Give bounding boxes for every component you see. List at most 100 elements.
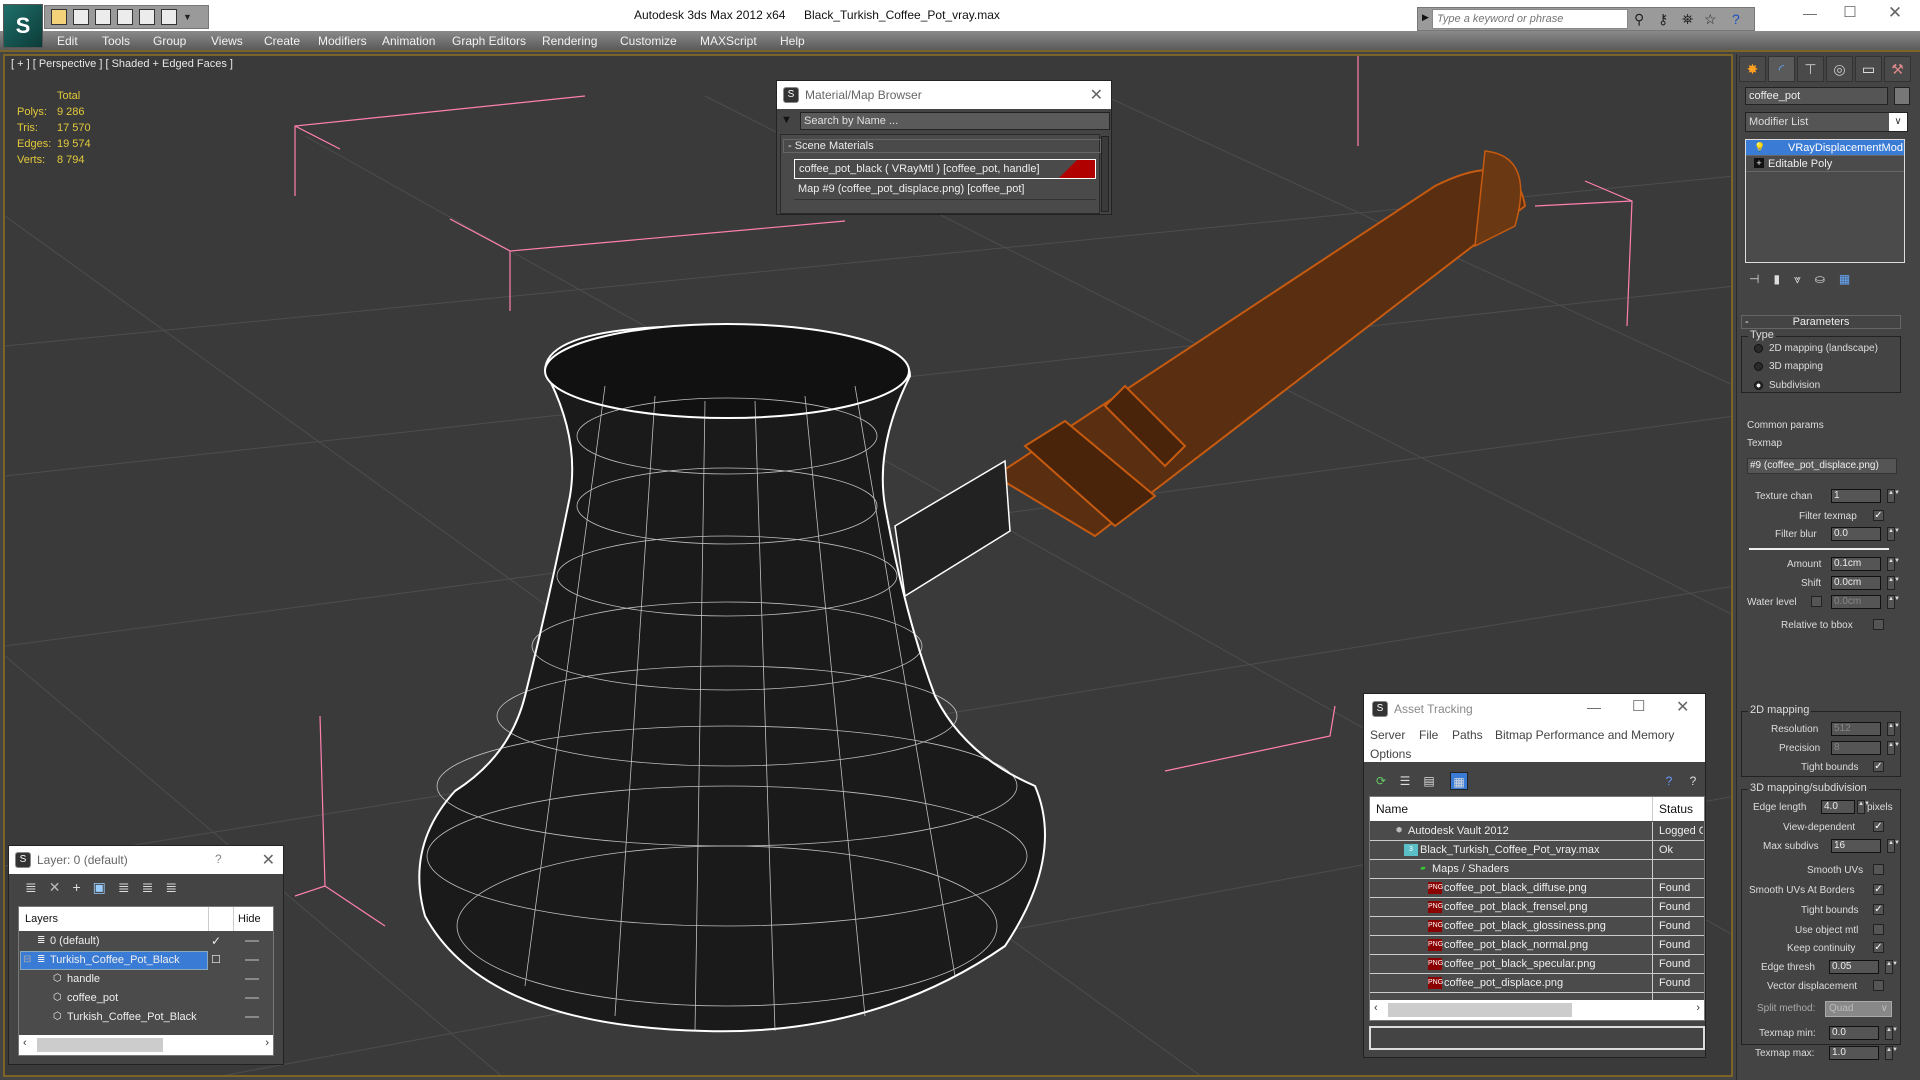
menu-customize[interactable]: Customize (620, 34, 677, 48)
filter-menu-icon[interactable]: ▼ (781, 114, 792, 126)
modify-tab[interactable]: ◜ (1768, 56, 1795, 82)
app-menu-button[interactable]: S (3, 4, 43, 48)
current-layer-check-icon[interactable]: ✓ (211, 932, 221, 950)
filter-blur-spinner[interactable]: 0.0 (1831, 527, 1881, 541)
column-layers[interactable]: Layers (25, 913, 58, 925)
smooth-uvs-checkbox[interactable] (1873, 864, 1884, 875)
show-end-result-icon[interactable]: ▮ (1773, 272, 1780, 286)
help-icon[interactable]: ? (1684, 772, 1702, 790)
redo-icon[interactable] (161, 9, 177, 25)
expand-plus-icon[interactable]: + (1754, 158, 1764, 168)
binoculars-icon[interactable]: ⚲ (1634, 11, 1644, 28)
keep-continuity-checkbox[interactable]: ✓ (1873, 942, 1884, 953)
star-icon[interactable]: ☆ (1704, 11, 1717, 28)
spinner-arrows[interactable]: ▲▼ (1887, 722, 1900, 736)
menu-tools[interactable]: Tools (102, 34, 130, 48)
utilities-tab[interactable]: ⚒ (1884, 56, 1911, 82)
menu-paths[interactable]: Paths (1452, 728, 1483, 742)
set-current-checkbox[interactable]: ☐ (211, 951, 221, 969)
shift-spinner[interactable]: 0.0cm (1831, 576, 1881, 590)
layer-row[interactable]: ⊟ ≣ Turkish_Coffee_Pot_Black ☐ (19, 951, 273, 970)
spinner-arrows[interactable]: ▲▼ (1857, 800, 1870, 814)
texmap-min-spinner[interactable]: 0.0 (1829, 1026, 1879, 1040)
precision-spinner[interactable]: 8 (1831, 741, 1881, 755)
key-icon[interactable]: ⚷ (1658, 11, 1668, 28)
scroll-right-icon[interactable]: › (265, 1037, 269, 1049)
parameters-rollout-header[interactable]: - Parameters (1741, 315, 1901, 329)
asset-row[interactable]: ▰ Maps / Shaders (1370, 860, 1704, 879)
menu-modifiers[interactable]: Modifiers (318, 34, 367, 48)
menu-rendering[interactable]: Rendering (542, 34, 597, 48)
spinner-arrows[interactable]: ▲▼ (1887, 527, 1900, 541)
material-browser-titlebar[interactable]: S Material/Map Browser ✕ (777, 81, 1111, 109)
motion-tab[interactable]: ◎ (1826, 56, 1853, 82)
relative-bbox-checkbox[interactable] (1873, 619, 1884, 630)
scroll-right-icon[interactable]: › (1696, 1002, 1700, 1014)
material-list-scrollbar[interactable] (1101, 136, 1109, 212)
hide-toggle[interactable] (245, 997, 259, 999)
hide-freeze-all-icon[interactable]: ≣ (165, 879, 177, 897)
hide-toggle[interactable] (245, 959, 259, 961)
asset-row[interactable]: PNG coffee_pot_black_frensel.png Found (1370, 898, 1704, 917)
spinner-arrows[interactable]: ▲▼ (1885, 1046, 1898, 1060)
object-name-field[interactable]: coffee_pot (1745, 87, 1888, 105)
tree-view-icon[interactable]: ▤ (1420, 772, 1438, 790)
menu-graph-editors[interactable]: Graph Editors (452, 34, 526, 48)
make-unique-icon[interactable]: ⩔ (1794, 272, 1801, 287)
scroll-thumb[interactable] (37, 1038, 163, 1052)
menu-options[interactable]: Options (1370, 747, 1411, 761)
spinner-arrows[interactable]: ▲▼ (1887, 741, 1900, 755)
edge-length-spinner[interactable]: 4.0 (1821, 800, 1855, 814)
close-button[interactable]: ✕ (1885, 3, 1905, 23)
texmap-button[interactable]: #9 (coffee_pot_displace.png) (1747, 458, 1897, 474)
amount-spinner[interactable]: 0.1cm (1831, 557, 1881, 571)
column-status[interactable]: Status (1659, 802, 1693, 816)
minimize-button[interactable]: — (1587, 699, 1601, 715)
undo-icon[interactable] (139, 9, 155, 25)
menu-animation[interactable]: Animation (382, 34, 435, 48)
refresh-icon[interactable]: ⟳ (1372, 772, 1390, 790)
hide-toggle[interactable] (245, 940, 259, 942)
asset-row[interactable]: PNG coffee_pot_black_specular.png Found (1370, 955, 1704, 974)
water-level-checkbox[interactable] (1811, 596, 1822, 607)
select-layer-icon[interactable]: ≣ (118, 879, 130, 897)
spinner-arrows[interactable]: ▲▼ (1887, 557, 1900, 571)
scroll-left-icon[interactable]: ‹ (1374, 1002, 1378, 1014)
create-layer-icon[interactable]: ≣ (25, 879, 37, 897)
satellite-icon[interactable]: ⛯ (1682, 11, 1693, 28)
hide-toggle[interactable] (245, 1016, 259, 1018)
create-tab[interactable]: ✸ (1739, 56, 1766, 82)
spinner-arrows[interactable]: ▲▼ (1885, 1026, 1898, 1040)
asset-row[interactable]: ⬢ Autodesk Vault 2012 Logged Out (1370, 822, 1704, 841)
max-subdivs-spinner[interactable]: 16 (1831, 839, 1881, 853)
table-view-icon[interactable]: ▦ (1450, 772, 1468, 790)
column-name[interactable]: Name (1376, 802, 1408, 816)
keyword-search-input[interactable] (1432, 9, 1628, 29)
menu-maxscript[interactable]: MAXScript (700, 34, 757, 48)
stack-item-editable-poly[interactable]: + Editable Poly (1746, 156, 1904, 172)
menu-file[interactable]: File (1419, 728, 1438, 742)
menu-views[interactable]: Views (211, 34, 243, 48)
layer-dialog-titlebar[interactable]: S Layer: 0 (default) ? ✕ (9, 846, 283, 874)
display-tab[interactable]: ▭ (1855, 56, 1882, 82)
hold-icon[interactable] (117, 9, 133, 25)
smooth-uvs-borders-checkbox[interactable]: ✓ (1873, 884, 1884, 895)
asset-row[interactable]: PNG coffee_pot_black_normal.png Found (1370, 936, 1704, 955)
save-icon[interactable] (73, 9, 89, 25)
menu-help[interactable]: Help (780, 34, 805, 48)
maximize-button[interactable]: ☐ (1840, 3, 1860, 21)
add-to-layer-icon[interactable]: + (72, 879, 80, 897)
remove-modifier-icon[interactable]: ⛀ (1815, 272, 1825, 286)
object-color-swatch[interactable] (1894, 87, 1910, 105)
asset-horizontal-scrollbar[interactable]: ‹ › (1370, 1000, 1704, 1020)
spinner-arrows[interactable]: ▲▼ (1887, 839, 1900, 853)
menu-bitmap-performance[interactable]: Bitmap Performance and Memory (1495, 728, 1674, 742)
scroll-left-icon[interactable]: ‹ (23, 1037, 27, 1049)
layer-horizontal-scrollbar[interactable]: ‹ › (19, 1035, 273, 1055)
open-file-icon[interactable] (51, 9, 67, 25)
pin-stack-icon[interactable]: ⊣ (1749, 272, 1759, 286)
vector-displacement-checkbox[interactable] (1873, 980, 1884, 991)
material-item[interactable]: Map #9 (coffee_pot_displace.png) [coffee… (794, 180, 1096, 200)
column-hide[interactable]: Hide (238, 913, 261, 925)
scene-materials-group[interactable]: - Scene Materials (783, 139, 1101, 153)
